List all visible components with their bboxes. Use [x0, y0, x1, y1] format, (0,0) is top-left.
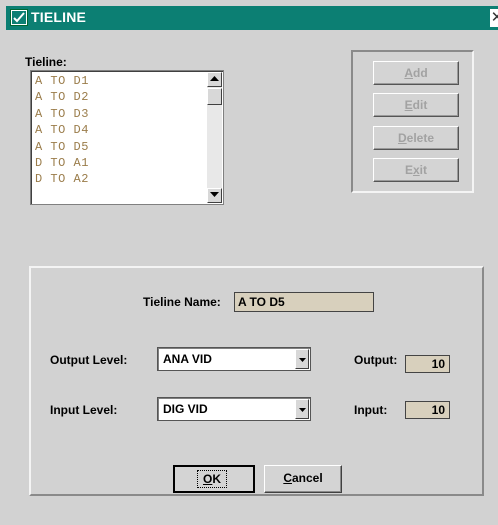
- tieline-listbox[interactable]: A TO D1 A TO D2 A TO D3 A TO D4 A TO D5 D TO …: [30, 70, 224, 205]
- list-item[interactable]: A TO D3: [35, 106, 205, 122]
- list-item[interactable]: A TO D5: [35, 139, 205, 155]
- add-button[interactable]: Add: [373, 61, 459, 85]
- ok-button[interactable]: OK: [173, 465, 255, 493]
- list-scrollbar[interactable]: [207, 72, 222, 203]
- output-label: Output:: [354, 353, 398, 367]
- chevron-down-icon: [299, 408, 306, 412]
- output-level-select[interactable]: ANA VID: [157, 347, 311, 371]
- chevron-down-icon: [299, 358, 306, 362]
- tieline-list-label: Tieline:: [25, 55, 67, 69]
- scroll-down-button[interactable]: [207, 188, 222, 203]
- down-arrow-icon: [210, 192, 219, 197]
- list-item[interactable]: D TO A1: [35, 155, 205, 171]
- tieline-name-field[interactable]: A TO D5: [234, 292, 374, 312]
- tieline-list: A TO D1 A TO D2 A TO D3 A TO D4 A TO D5 D TO …: [35, 73, 205, 188]
- input-label: Input:: [354, 403, 388, 417]
- close-icon[interactable]: ✕: [490, 9, 498, 27]
- input-level-select[interactable]: DIG VID: [157, 397, 311, 421]
- exit-button[interactable]: Exit: [373, 158, 459, 182]
- input-field[interactable]: 10: [405, 401, 450, 419]
- tieline-window: TIELINE ✕ Tieline: A TO D1 A TO D2 A TO D3…: [0, 0, 498, 525]
- list-item[interactable]: A TO D4: [35, 122, 205, 138]
- input-level-value: DIG VID: [163, 402, 208, 416]
- output-field[interactable]: 10: [405, 355, 450, 373]
- cancel-button[interactable]: Cancel: [264, 465, 342, 493]
- delete-button[interactable]: Delete: [373, 126, 459, 150]
- list-item[interactable]: D TO A2: [35, 171, 205, 187]
- tieline-name-label: Tieline Name:: [143, 295, 221, 309]
- title-bar: TIELINE ✕: [6, 6, 498, 30]
- output-level-dropdown-button[interactable]: [295, 349, 309, 369]
- output-level-label: Output Level:: [50, 353, 128, 367]
- ok-button-label: OK: [197, 470, 227, 488]
- scroll-up-button[interactable]: [207, 72, 222, 87]
- up-arrow-icon: [210, 76, 219, 81]
- output-level-value: ANA VID: [163, 352, 212, 366]
- input-level-dropdown-button[interactable]: [295, 399, 309, 419]
- input-level-label: Input Level:: [50, 403, 118, 417]
- app-icon: [10, 9, 28, 26]
- window-title: TIELINE: [31, 9, 87, 25]
- scroll-thumb[interactable]: [207, 88, 222, 105]
- list-item[interactable]: A TO D2: [35, 89, 205, 105]
- edit-button[interactable]: Edit: [373, 93, 459, 117]
- list-item[interactable]: A TO D1: [35, 73, 205, 89]
